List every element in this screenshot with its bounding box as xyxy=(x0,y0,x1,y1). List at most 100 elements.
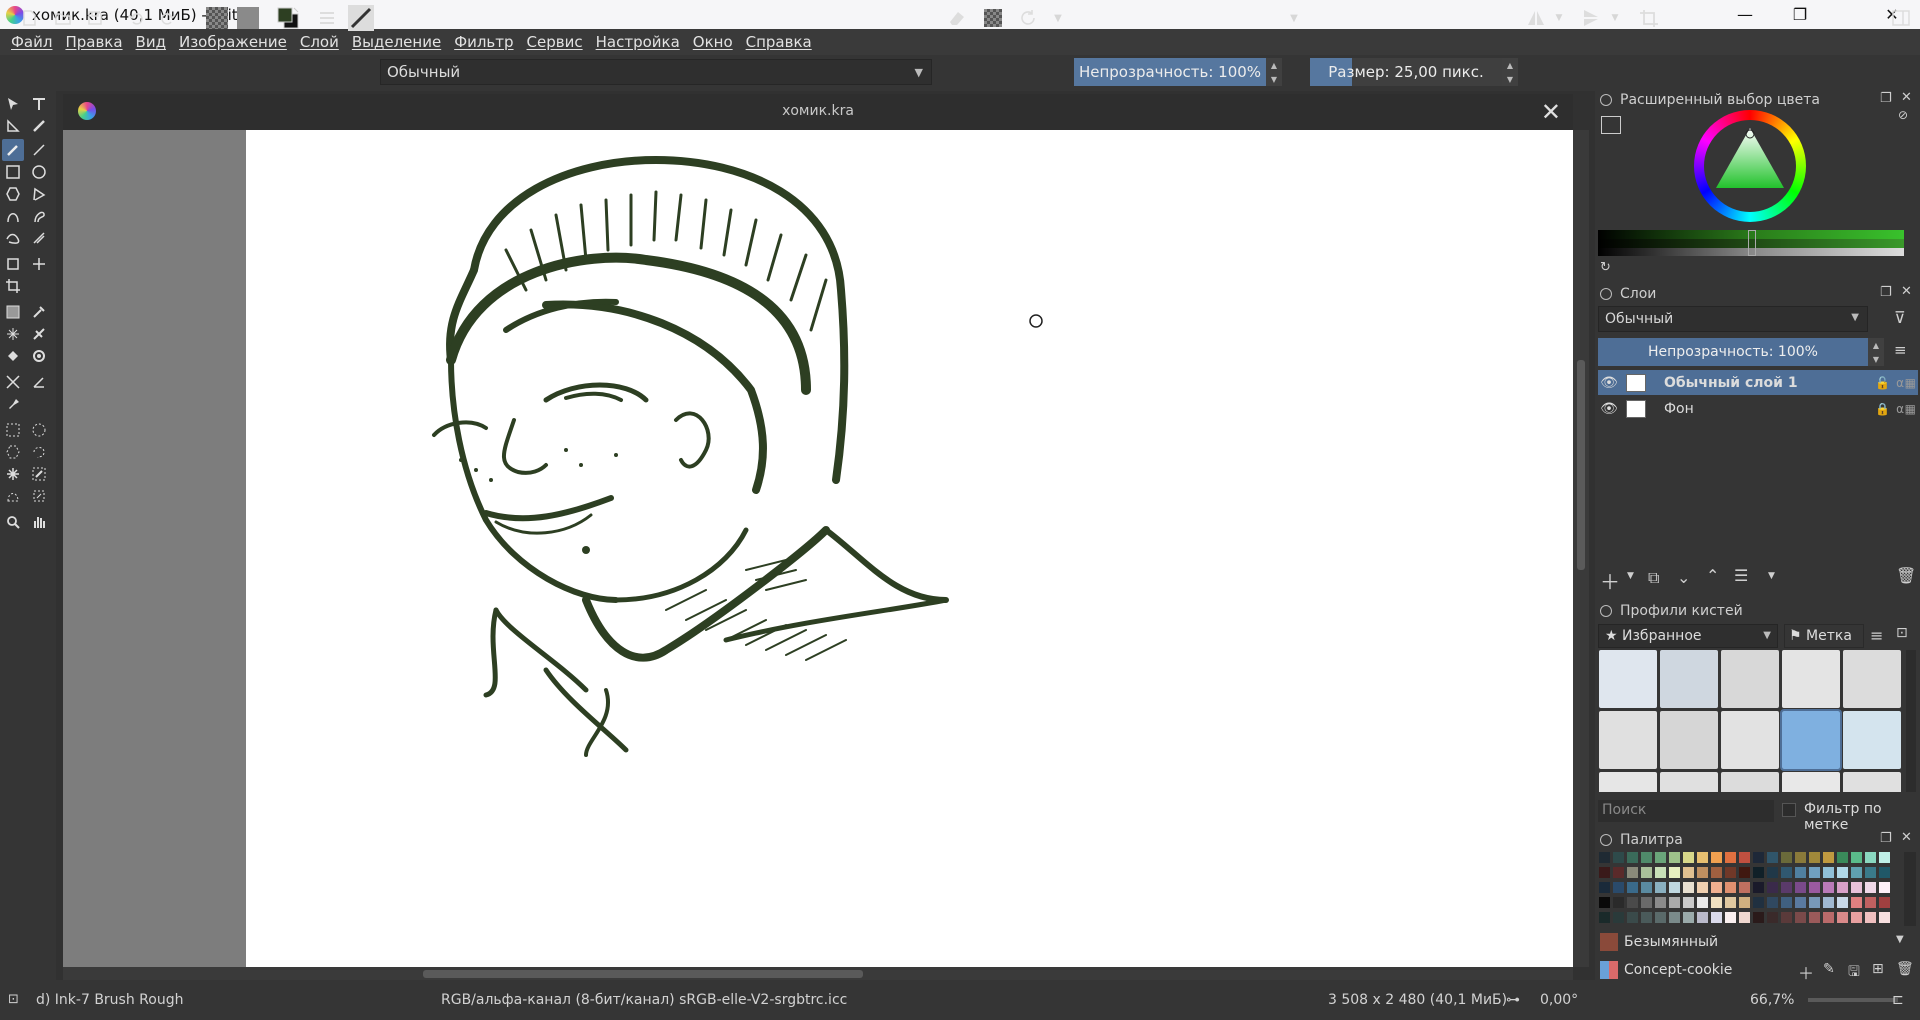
palette-swatch[interactable] xyxy=(1753,852,1764,863)
brush-preset-tile[interactable] xyxy=(1599,772,1657,792)
brush-preset-tile[interactable] xyxy=(1599,711,1657,769)
palette-swatch[interactable] xyxy=(1655,852,1666,863)
polyline-tool-icon[interactable] xyxy=(28,183,50,205)
palette-swatch[interactable] xyxy=(1837,897,1848,908)
brush-preset-dropdown[interactable]: Обычный ▼ xyxy=(380,59,932,85)
size-spinner[interactable]: ▲ ▼ xyxy=(1502,58,1518,86)
polygonal-selection-tool-icon[interactable] xyxy=(2,441,24,463)
palette-swatch[interactable] xyxy=(1865,912,1876,923)
palette-swatch[interactable] xyxy=(1781,897,1792,908)
restore-button[interactable]: ❐ xyxy=(1772,0,1828,29)
palette-swatch[interactable] xyxy=(1767,897,1778,908)
palette-swatch[interactable] xyxy=(1627,867,1638,878)
calligraphy-tool-icon[interactable] xyxy=(28,115,50,137)
layer-blend-mode-dropdown[interactable]: Обычный ▼ xyxy=(1598,306,1868,332)
palette-swatch[interactable] xyxy=(1613,897,1624,908)
status-brush-name[interactable]: d) Ink-7 Brush Rough xyxy=(36,992,183,1008)
close-docker-icon[interactable]: ✕ xyxy=(1901,90,1912,105)
save-icon[interactable] xyxy=(80,5,110,31)
line-tool-icon[interactable] xyxy=(28,139,50,161)
color-picker-tool-icon[interactable] xyxy=(28,301,50,323)
menu-file[interactable]: Файл xyxy=(11,33,52,51)
palette-swatch[interactable] xyxy=(1683,882,1694,893)
brush-grid-scrollbar[interactable] xyxy=(1906,650,1916,792)
palette-swatch[interactable] xyxy=(1851,897,1862,908)
lock-icon[interactable] xyxy=(1600,605,1612,617)
palette-swatch[interactable] xyxy=(1613,912,1624,923)
crop-tool-icon[interactable] xyxy=(2,275,24,297)
palette-swatch[interactable] xyxy=(1711,867,1722,878)
ellipse-tool-icon[interactable] xyxy=(28,161,50,183)
layer-row[interactable]: 👁 Фон 🔒 α ▦ xyxy=(1598,396,1918,421)
menu-tools[interactable]: Сервис xyxy=(527,33,583,51)
document-tab-title[interactable]: хомик.kra xyxy=(63,103,1573,119)
polygon-tool-icon[interactable] xyxy=(2,183,24,205)
freehand-brush-tool-icon[interactable] xyxy=(2,139,24,161)
palette-swatch[interactable] xyxy=(1809,882,1820,893)
palette-swatch[interactable] xyxy=(1739,852,1750,863)
palette-swatch[interactable] xyxy=(1599,852,1610,863)
palette-swatch[interactable] xyxy=(1669,852,1680,863)
palette-swatch[interactable] xyxy=(1837,867,1848,878)
eye-icon[interactable]: 👁 xyxy=(1598,375,1620,391)
palette-swatch[interactable] xyxy=(1641,867,1652,878)
palette-swatch[interactable] xyxy=(1879,882,1890,893)
lock-icon[interactable] xyxy=(1600,288,1612,300)
palette-swatch[interactable] xyxy=(1599,912,1610,923)
palette-swatch[interactable] xyxy=(1739,912,1750,923)
menu-edit[interactable]: Правка xyxy=(65,33,122,51)
brush-preset-tile[interactable] xyxy=(1721,711,1779,769)
brush-import-icon[interactable]: ⊡ xyxy=(1896,625,1908,641)
palette-swatch[interactable] xyxy=(1683,852,1694,863)
status-color-space[interactable]: RGB/альфа-канал (8-бит/канал) sRGB-elle-… xyxy=(441,992,847,1008)
refresh-colors-icon[interactable]: ↻ xyxy=(1600,260,1611,275)
lock-icon[interactable] xyxy=(1600,94,1612,106)
palette-swatch[interactable] xyxy=(1879,897,1890,908)
reference-images-tool-icon[interactable] xyxy=(2,393,24,415)
float-docker-icon[interactable]: ❐ xyxy=(1880,91,1892,106)
palette-swatch[interactable] xyxy=(1851,882,1862,893)
palette-swatch[interactable] xyxy=(1655,882,1666,893)
palette-swatch[interactable] xyxy=(1851,912,1862,923)
palette-swatch[interactable] xyxy=(1851,867,1862,878)
palette-swatch[interactable] xyxy=(1837,852,1848,863)
bezier-curve-tool-icon[interactable] xyxy=(2,205,24,227)
freehand-path-tool-icon[interactable] xyxy=(28,205,50,227)
bezier-selection-tool-icon[interactable] xyxy=(2,485,24,507)
palette-swatch[interactable] xyxy=(1613,882,1624,893)
layer-properties-menu-icon[interactable]: ▼ xyxy=(1768,571,1775,581)
palette-swatch[interactable] xyxy=(1627,897,1638,908)
palette-swatch[interactable] xyxy=(1837,912,1848,923)
palette-swatch[interactable] xyxy=(1865,867,1876,878)
mirror-horizontal-menu-icon[interactable]: ▼ xyxy=(1552,5,1566,31)
palette-swatch[interactable] xyxy=(1697,852,1708,863)
foreground-background-color-icon[interactable] xyxy=(274,5,302,31)
status-image-size[interactable]: 3 508 x 2 480 (40,1 МиБ) xyxy=(1328,992,1507,1008)
filter-icon[interactable]: ⊽ xyxy=(1894,308,1906,327)
palette-swatch[interactable] xyxy=(1711,897,1722,908)
alpha-lock-icon[interactable]: α xyxy=(1896,376,1904,390)
tag-button[interactable]: ⚑ Метка xyxy=(1784,624,1864,648)
vertical-scrollbar[interactable] xyxy=(1573,130,1589,967)
palette-swatch[interactable] xyxy=(1879,912,1890,923)
new-document-icon[interactable] xyxy=(14,5,44,31)
fit-canvas-icon[interactable]: ⊏ xyxy=(1892,992,1904,1008)
brush-preset-icon[interactable] xyxy=(346,5,376,31)
horizontal-scrollbar[interactable] xyxy=(63,967,1573,981)
palette-swatch[interactable] xyxy=(1725,912,1736,923)
opacity-slider[interactable]: Непрозрачность: 100% xyxy=(1074,58,1266,86)
palette-swatch[interactable] xyxy=(1627,912,1638,923)
zoom-slider[interactable] xyxy=(1808,998,1898,1002)
inherit-alpha-icon[interactable]: ▦ xyxy=(1905,402,1916,416)
brush-preset-tile[interactable] xyxy=(1780,709,1842,771)
alpha-lock-icon[interactable]: α xyxy=(1896,402,1904,416)
palette-swatch[interactable] xyxy=(1739,882,1750,893)
palette-swatch[interactable] xyxy=(1683,897,1694,908)
eye-icon[interactable]: 👁 xyxy=(1598,401,1620,417)
palette-swatch[interactable] xyxy=(1767,867,1778,878)
smart-patch-tool-icon[interactable] xyxy=(2,323,24,345)
color-selector-settings-icon[interactable] xyxy=(1601,116,1621,134)
brush-preset-tile[interactable] xyxy=(1843,772,1901,792)
palette-swatch[interactable] xyxy=(1879,867,1890,878)
inherit-alpha-icon[interactable]: ▦ xyxy=(1905,376,1916,390)
